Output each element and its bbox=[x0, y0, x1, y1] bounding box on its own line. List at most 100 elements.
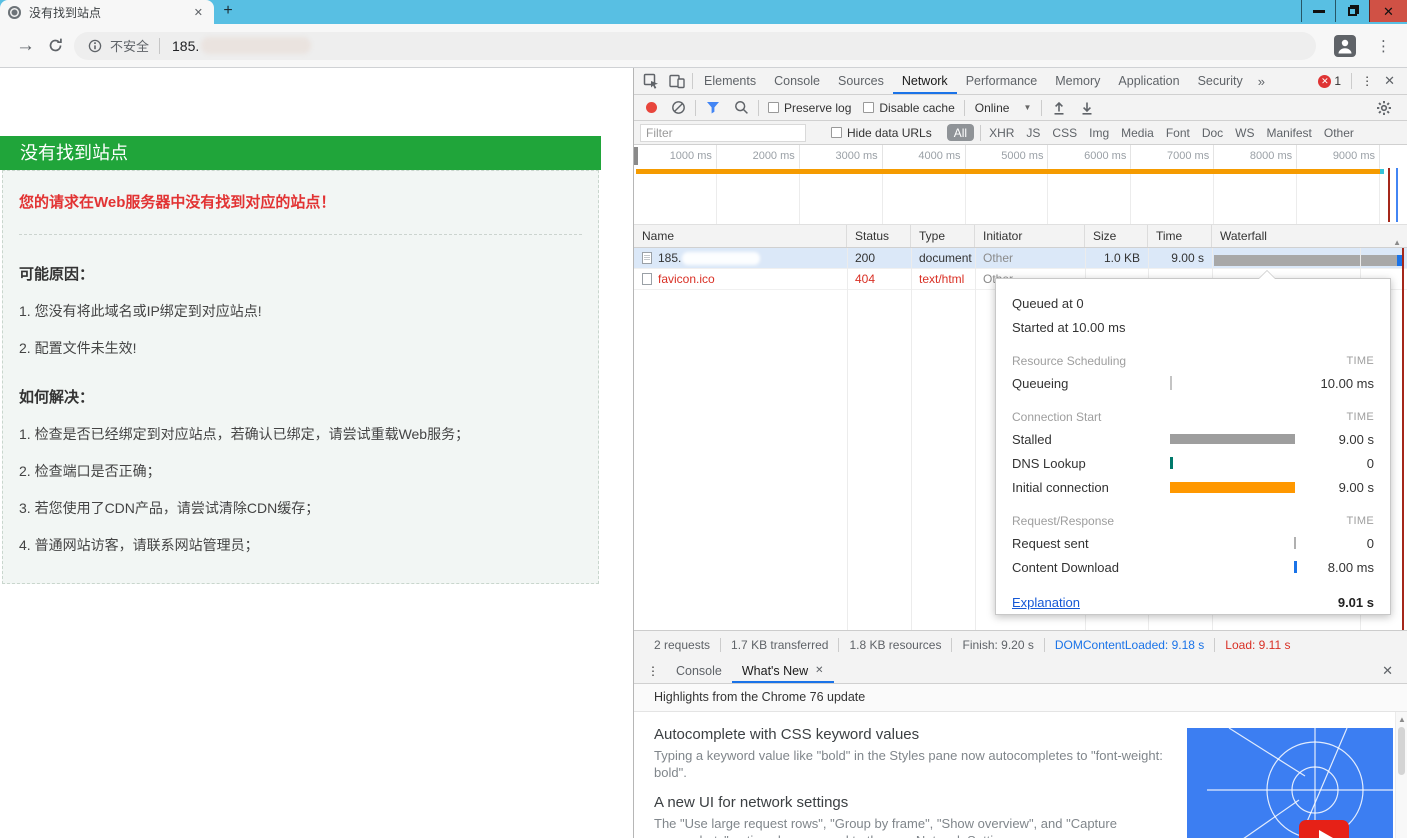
forward-button[interactable]: → bbox=[16, 35, 35, 57]
solutions-heading: 如何解决： bbox=[19, 389, 95, 406]
tab-memory[interactable]: Memory bbox=[1046, 68, 1109, 94]
tab-performance[interactable]: Performance bbox=[957, 68, 1047, 94]
network-settings-button[interactable] bbox=[1371, 96, 1397, 120]
reload-button[interactable] bbox=[47, 37, 64, 54]
tab-close-icon[interactable]: ✕ bbox=[815, 665, 823, 676]
tab-sources[interactable]: Sources bbox=[829, 68, 893, 94]
request-status: 200 bbox=[855, 250, 876, 265]
filter-type-media[interactable]: Media bbox=[1115, 126, 1160, 140]
profile-avatar[interactable] bbox=[1334, 34, 1356, 57]
tooltip-footer: Explanation 9.01 s bbox=[1012, 589, 1374, 615]
error-count-badge[interactable]: ✕ 1 bbox=[1318, 74, 1341, 88]
filter-type-font[interactable]: Font bbox=[1160, 126, 1196, 140]
drawer-tab-console[interactable]: Console bbox=[666, 658, 732, 683]
new-tab-button[interactable]: + bbox=[214, 0, 242, 24]
disable-cache-checkbox[interactable]: Disable cache bbox=[858, 101, 959, 115]
column-divider[interactable] bbox=[975, 248, 976, 630]
throttling-dropdown[interactable]: Online ▼ bbox=[969, 101, 1038, 115]
preserve-log-checkbox[interactable]: Preserve log bbox=[763, 101, 856, 115]
column-divider[interactable] bbox=[847, 248, 848, 630]
window-close-button[interactable]: ✕ bbox=[1369, 0, 1407, 22]
filter-type-js[interactable]: JS bbox=[1020, 126, 1046, 140]
column-initiator[interactable]: Initiator bbox=[975, 225, 1085, 247]
filter-type-css[interactable]: CSS bbox=[1046, 126, 1083, 140]
filter-type-img[interactable]: Img bbox=[1083, 126, 1115, 140]
clear-button[interactable] bbox=[665, 96, 691, 120]
export-har-button[interactable] bbox=[1074, 96, 1100, 120]
column-size[interactable]: Size bbox=[1085, 225, 1148, 247]
filter-toggle-button[interactable] bbox=[700, 96, 726, 120]
overview-handle[interactable] bbox=[634, 147, 638, 165]
filter-type-ws[interactable]: WS bbox=[1229, 126, 1260, 140]
requests-count: 2 requests bbox=[644, 637, 722, 652]
devtools-panel: Elements Console Sources Network Perform… bbox=[633, 68, 1407, 838]
more-tabs-button[interactable]: » bbox=[1252, 74, 1271, 89]
window-maximize-button[interactable] bbox=[1335, 0, 1369, 22]
filter-type-all[interactable]: All bbox=[946, 124, 975, 141]
hide-data-urls-checkbox[interactable]: Hide data URLs bbox=[826, 126, 937, 140]
drawer-close-button[interactable]: ✕ bbox=[1378, 663, 1401, 679]
timing-tooltip: Queued at 0 Started at 10.00 ms Resource… bbox=[995, 270, 1391, 615]
drawer-tab-whats-new[interactable]: What's New ✕ bbox=[732, 658, 834, 683]
timing-bar bbox=[1170, 432, 1302, 446]
window-minimize-button[interactable] bbox=[1301, 0, 1335, 22]
solution-item: 1. 检查是否已经绑定到对应站点，若确认已绑定，请尝试重载Web服务； bbox=[19, 426, 470, 442]
devtools-close-button[interactable]: ✕ bbox=[1380, 73, 1403, 89]
domcontentloaded-event-line bbox=[1396, 168, 1398, 222]
browser-menu-button[interactable]: ⋮ bbox=[1370, 37, 1397, 55]
upload-icon bbox=[1054, 101, 1064, 115]
scrollbar-thumb[interactable] bbox=[1398, 727, 1405, 775]
scrollbar[interactable]: ▲ bbox=[1395, 712, 1407, 838]
content-area: 没有找到站点 您的请求在Web服务器中没有找到对应的站点！ 可能原因： 1. 您… bbox=[0, 68, 1407, 838]
load-time: Load: 9.11 s bbox=[1225, 637, 1291, 652]
browser-tab[interactable]: 没有找到站点 ✕ bbox=[0, 0, 214, 24]
solution-item: 3. 若您使用了CDN产品，请尝试清除CDN缓存； bbox=[19, 500, 320, 516]
reason-item: 1. 您没有将此域名或IP绑定到对应站点! bbox=[19, 303, 262, 319]
filter-type-other[interactable]: Other bbox=[1318, 126, 1360, 140]
filter-type-xhr[interactable]: XHR bbox=[983, 126, 1020, 140]
gear-icon bbox=[1377, 100, 1391, 115]
inspect-element-button[interactable] bbox=[638, 69, 664, 93]
table-row[interactable]: 185. 200 document Other 1.0 KB 9.00 s bbox=[634, 248, 1407, 269]
filter-input[interactable] bbox=[640, 123, 806, 142]
import-har-button[interactable] bbox=[1046, 96, 1072, 120]
tab-network[interactable]: Network bbox=[893, 68, 957, 94]
record-button[interactable] bbox=[646, 102, 657, 113]
network-overview[interactable] bbox=[634, 168, 1407, 225]
video-thumbnail[interactable]: ne bbox=[1187, 728, 1393, 838]
window-controls: ✕ bbox=[1301, 0, 1407, 22]
timing-bar bbox=[1170, 376, 1302, 390]
tab-close-icon[interactable]: ✕ bbox=[191, 6, 206, 19]
device-toolbar-button[interactable] bbox=[664, 69, 690, 93]
column-divider[interactable] bbox=[911, 248, 912, 630]
column-status[interactable]: Status bbox=[847, 225, 911, 247]
column-name[interactable]: Name bbox=[634, 225, 847, 247]
tab-security[interactable]: Security bbox=[1189, 68, 1252, 94]
tab-elements[interactable]: Elements bbox=[695, 68, 765, 94]
play-button-icon[interactable] bbox=[1299, 820, 1349, 838]
drawer-menu-button[interactable]: ⋮ bbox=[640, 659, 666, 683]
request-name-cell: 185. bbox=[634, 248, 847, 268]
waterfall-bar[interactable] bbox=[1214, 255, 1404, 266]
url-bar[interactable]: 不安全 185. bbox=[74, 31, 1316, 60]
ruler-tick: 1000 ms bbox=[634, 145, 717, 168]
toolbar-separator bbox=[695, 99, 696, 116]
scroll-up-icon[interactable]: ▲ bbox=[1397, 715, 1407, 724]
section-request-response: Request/Response TIME bbox=[1012, 511, 1374, 531]
column-time[interactable]: Time bbox=[1148, 225, 1212, 247]
filter-type-manifest[interactable]: Manifest bbox=[1261, 126, 1318, 140]
timing-row-queueing: Queueing 10.00 ms bbox=[1012, 375, 1374, 391]
tab-console[interactable]: Console bbox=[765, 68, 829, 94]
tab-application[interactable]: Application bbox=[1109, 68, 1188, 94]
funnel-icon bbox=[707, 102, 719, 114]
column-waterfall[interactable]: Waterfall ▲ bbox=[1212, 225, 1407, 247]
devtools-menu-button[interactable]: ⋮ bbox=[1354, 69, 1380, 93]
column-type[interactable]: Type bbox=[911, 225, 975, 247]
timeline-ruler[interactable]: 1000 ms 2000 ms 3000 ms 4000 ms 5000 ms … bbox=[634, 145, 1407, 168]
filter-type-doc[interactable]: Doc bbox=[1196, 126, 1229, 140]
search-button[interactable] bbox=[728, 96, 754, 120]
toolbar-separator bbox=[963, 99, 965, 116]
chevron-down-icon: ▼ bbox=[1023, 103, 1032, 112]
explanation-link[interactable]: Explanation bbox=[1012, 595, 1080, 610]
time-column-label: TIME bbox=[1346, 355, 1374, 367]
